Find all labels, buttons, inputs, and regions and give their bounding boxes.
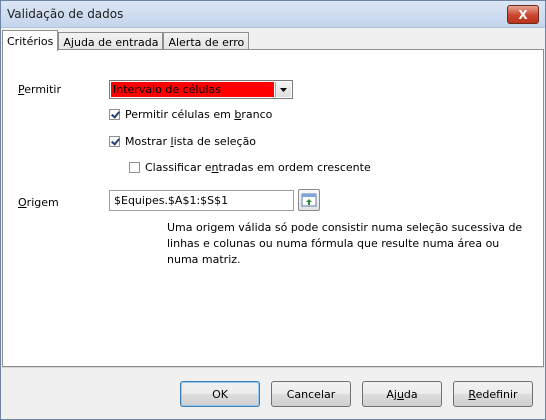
tab-bar: Critérios Ajuda de entrada Alerta de err… — [2, 30, 250, 51]
source-label-mnemonic: O — [18, 196, 27, 209]
sort-entries-text-b: tradas em ordem crescente — [218, 161, 371, 174]
allow-blank-label: Permitir células em branco — [125, 108, 272, 121]
show-list-row[interactable]: Mostrar lista de seleção — [109, 135, 256, 148]
help-button[interactable]: Ajuda — [362, 381, 442, 407]
allow-select[interactable]: Intervalo de células — [109, 80, 293, 99]
shrink-range-button[interactable] — [298, 189, 320, 211]
sort-entries-checkbox[interactable] — [129, 162, 140, 173]
source-input[interactable]: $Equipes.$A$1:$S$1 — [109, 190, 294, 211]
source-help-text: Uma origem válida só pode consistir numa… — [167, 221, 523, 266]
title-bar: Validação de dados X — [1, 1, 545, 28]
allow-blank-checkbox[interactable] — [109, 109, 120, 120]
cancel-button[interactable]: Cancelar — [271, 381, 351, 407]
tab-input-help-label: Ajuda de entrada — [63, 35, 159, 49]
ok-button[interactable]: OK — [180, 381, 260, 407]
help-mnemonic: u — [396, 387, 404, 401]
ok-button-label: OK — [212, 387, 228, 401]
validation-dialog: Validação de dados X Critérios Ajuda de … — [0, 0, 546, 420]
allow-blank-row[interactable]: Permitir células em branco — [109, 108, 272, 121]
reset-mnemonic: R — [468, 387, 476, 401]
help-text-a: Aj — [386, 387, 397, 401]
shrink-range-icon — [301, 193, 317, 207]
sort-entries-label: Classificar entradas em ordem crescente — [145, 161, 371, 174]
allow-select-value: Intervalo de células — [111, 82, 274, 97]
sort-entries-row[interactable]: Classificar entradas em ordem crescente — [129, 161, 371, 174]
allow-blank-text-b: ranco — [241, 108, 273, 121]
chevron-down-icon — [280, 87, 287, 92]
tab-error-alert-label: Alerta de erro — [168, 35, 245, 49]
criteria-panel: Permitir Intervalo de células Permitir c… — [2, 49, 544, 367]
allow-select-arrow[interactable] — [275, 82, 291, 97]
show-list-checkbox[interactable] — [109, 136, 120, 147]
sort-entries-text-a: Classificar e — [145, 161, 212, 174]
close-button[interactable]: X — [507, 5, 539, 24]
tab-criteria-label: Critérios — [7, 34, 54, 48]
reset-button-label: Redefinir — [468, 388, 517, 401]
reset-button[interactable]: Redefinir — [453, 381, 533, 407]
allow-label-text: ermitir — [24, 83, 62, 96]
allow-blank-text-a: Permitir células em — [125, 108, 235, 121]
help-button-label: Ajuda — [386, 388, 417, 401]
tab-criteria[interactable]: Critérios — [2, 30, 59, 51]
show-list-label: Mostrar lista de seleção — [125, 135, 256, 148]
help-text-b: da — [403, 387, 418, 401]
show-list-text-b: ista de seleção — [173, 135, 257, 148]
footer-separator — [2, 367, 544, 368]
window-title: Validação de dados — [7, 7, 124, 21]
cancel-button-label: Cancelar — [286, 387, 336, 401]
source-label: Origem — [18, 196, 59, 209]
show-list-text-a: Mostrar — [125, 135, 171, 148]
close-icon: X — [518, 7, 528, 22]
source-label-text: rigem — [26, 196, 59, 209]
reset-text: edefinir — [475, 387, 518, 401]
allow-label: Permitir — [18, 83, 61, 96]
